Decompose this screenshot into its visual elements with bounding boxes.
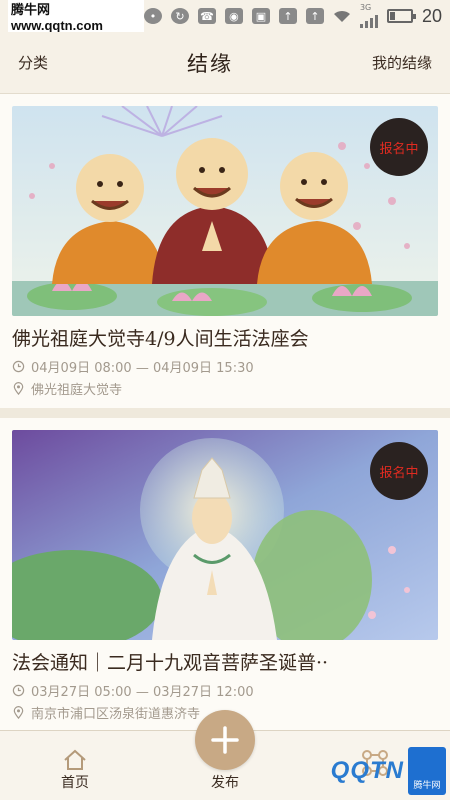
status-badge: 报名中 [370,118,428,176]
event-time-row: 03月27日 05:00 — 03月27日 12:00 [12,681,438,700]
event-image-guanyin: 报名中 [12,430,438,640]
nav-home-label: 首页 [61,775,89,791]
clock: 20 [421,5,442,26]
watermark-logo: QQTN [330,757,404,784]
event-image-monks: 报名中 [12,106,438,316]
plus-icon [211,726,239,754]
location-pin-icon [13,382,24,395]
category-button[interactable]: 分类 [18,52,48,73]
event-location-row: 佛光祖庭大觉寺 [12,379,438,398]
my-bonds-button[interactable]: 我的结缘 [372,52,432,73]
event-card[interactable]: 报名中 佛光祖庭大觉寺4/9人间生活法座会 04月09日 08:00 — 04月… [0,94,450,408]
image-icon: ▣ [251,8,270,24]
page-title: 结缘 [187,51,233,76]
home-icon [64,749,86,770]
watermark-bottom: QQTN 腾牛网 [260,742,450,800]
event-title[interactable]: 佛光祖庭大觉寺4/9人间生活法座会 [12,324,438,351]
event-card[interactable]: 报名中 法会通知｜二月十九观音菩萨圣诞普·· 03月27日 05:00 — 03… [0,418,450,730]
wifi-icon [333,10,350,22]
event-location: 佛光祖庭大觉寺 [31,383,123,398]
clock-icon [12,360,25,373]
status-bar: 腾牛网 www.qqtn.com • ↻ ☎ ◉ ▣ ↑ ↑ 3G 20 [0,0,450,34]
upload-icon: ↑ [278,8,297,24]
watermark-side: 腾牛网 [408,747,446,795]
nav-home[interactable]: 首页 [0,731,150,800]
battery-icon [386,9,416,23]
watermark-top: 腾牛网 www.qqtn.com [8,0,144,34]
chat-icon: • [143,8,162,24]
event-title[interactable]: 法会通知｜二月十九观音菩萨圣诞普·· [12,648,438,675]
nav-publish-label: 发布 [211,775,239,791]
battery-fill [389,12,395,20]
event-time: 03月27日 05:00 — 03月27日 12:00 [31,685,254,700]
event-time: 04月09日 08:00 — 04月09日 15:30 [31,361,254,376]
clock-icon [12,684,25,697]
event-time-row: 04月09日 08:00 — 04月09日 15:30 [12,357,438,376]
publish-button[interactable] [195,710,255,770]
upload-icon-2: ↑ [305,8,324,24]
header: 分类 结缘 我的结缘 [0,32,450,94]
status-badge: 报名中 [370,442,428,500]
sync-icon: ↻ [170,8,189,24]
event-location: 南京市浦口区汤泉街道惠济寺 [31,707,201,722]
phone-icon: ☎ [197,8,216,24]
status-icons: • ↻ ☎ ◉ ▣ ↑ ↑ 3G 20 [143,3,442,28]
signal-icon [359,12,378,28]
location-pin-icon [13,706,24,719]
network-indicator: 3G [359,3,378,28]
event-list[interactable]: 报名中 佛光祖庭大觉寺4/9人间生活法座会 04月09日 08:00 — 04月… [0,94,450,730]
qq-icon: ◉ [224,8,243,24]
network-label: 3G [359,3,372,12]
